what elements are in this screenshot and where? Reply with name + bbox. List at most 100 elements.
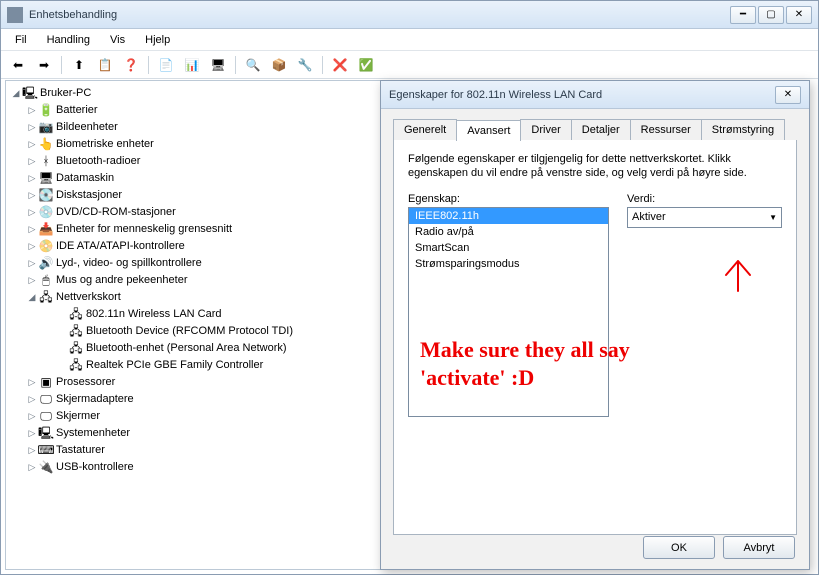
expand-icon[interactable]: ▷ <box>26 187 38 204</box>
tab-avansert[interactable]: Avansert <box>456 120 521 141</box>
device-tree[interactable]: ◢🖳Bruker-PC▷🔋Batterier▷📷Bildeenheter▷👆Bi… <box>6 81 404 480</box>
tree-node[interactable]: ◢🖧Nettverkskort <box>8 289 402 306</box>
tree-node[interactable]: ▷📷Bildeenheter <box>8 119 402 136</box>
cancel-button[interactable]: Avbryt <box>723 536 795 559</box>
tree-node[interactable]: ▷🖵Skjermer <box>8 408 402 425</box>
expand-icon[interactable]: ▷ <box>26 459 38 476</box>
tree-node[interactable]: ▷▣Prosessorer <box>8 374 402 391</box>
tree-node[interactable]: ▷🖥Datamaskin <box>8 170 402 187</box>
toolbar-button[interactable]: ⬆ <box>68 54 90 76</box>
tree-node[interactable]: 🖧Bluetooth-enhet (Personal Area Network) <box>8 340 402 357</box>
dialog-close-button[interactable]: ✕ <box>775 86 801 104</box>
property-item[interactable]: IEEE802.11h <box>409 208 608 224</box>
tree-node[interactable]: ▷📀IDE ATA/ATAPI-kontrollere <box>8 238 402 255</box>
expand-icon[interactable]: ▷ <box>26 391 38 408</box>
property-item[interactable]: Radio av/på <box>409 224 608 240</box>
tab-generelt[interactable]: Generelt <box>393 119 457 140</box>
ok-button[interactable]: OK <box>643 536 715 559</box>
minimize-button[interactable]: ━ <box>730 6 756 24</box>
menu-vis[interactable]: Vis <box>102 32 133 48</box>
close-button[interactable]: ✕ <box>786 6 812 24</box>
device-icon: 🖱 <box>38 274 54 288</box>
expand-icon[interactable]: ▷ <box>26 374 38 391</box>
tree-node[interactable]: ▷👆Biometriske enheter <box>8 136 402 153</box>
toolbar-button[interactable]: 📊 <box>181 54 203 76</box>
tab-strip: Generelt Avansert Driver Detaljer Ressur… <box>393 119 797 141</box>
tree-node-label: Bildeenheter <box>56 119 118 136</box>
expand-icon[interactable]: ▷ <box>26 272 38 289</box>
tree-node[interactable]: ▷💽Diskstasjoner <box>8 187 402 204</box>
expand-icon[interactable]: ▷ <box>26 153 38 170</box>
expand-icon[interactable]: ▷ <box>26 442 38 459</box>
expand-icon[interactable]: ▷ <box>26 136 38 153</box>
tree-node-label: USB-kontrollere <box>56 459 134 476</box>
tree-node[interactable]: 🖧802.11n Wireless LAN Card <box>8 306 402 323</box>
property-item[interactable]: SmartScan <box>409 240 608 256</box>
property-item[interactable]: Strømsparingsmodus <box>409 256 608 272</box>
expand-icon[interactable]: ▷ <box>26 170 38 187</box>
toolbar-button[interactable]: ❌ <box>329 54 351 76</box>
description-text: Følgende egenskaper er tilgjengelig for … <box>408 152 782 181</box>
toolbar-button[interactable]: 🖥 <box>207 54 229 76</box>
tree-node-label: IDE ATA/ATAPI-kontrollere <box>56 238 185 255</box>
window-icon <box>7 7 23 23</box>
menu-handling[interactable]: Handling <box>39 32 98 48</box>
toolbar-button[interactable]: 📦 <box>268 54 290 76</box>
tree-node-label: Skjermer <box>56 408 100 425</box>
maximize-button[interactable]: ▢ <box>758 6 784 24</box>
toolbar-button[interactable]: 📄 <box>155 54 177 76</box>
device-icon: 🖳 <box>38 427 54 441</box>
device-icon: 🖧 <box>68 359 84 373</box>
expand-icon[interactable]: ▷ <box>26 255 38 272</box>
device-icon: 🖧 <box>68 342 84 356</box>
expand-icon[interactable]: ▷ <box>26 204 38 221</box>
tab-driver[interactable]: Driver <box>520 119 571 140</box>
device-icon: 🖥 <box>38 172 54 186</box>
expand-icon[interactable]: ◢ <box>10 85 22 102</box>
toolbar-button[interactable]: ➡ <box>33 54 55 76</box>
expand-icon[interactable]: ▷ <box>26 425 38 442</box>
dialog-titlebar[interactable]: Egenskaper for 802.11n Wireless LAN Card… <box>381 81 809 109</box>
tree-node[interactable]: ▷🔌USB-kontrollere <box>8 459 402 476</box>
expand-icon[interactable]: ◢ <box>26 289 38 306</box>
annotation-text: Make sure they all say'activate' :D <box>420 336 630 391</box>
tree-node-label: Tastaturer <box>56 442 105 459</box>
tree-node-label: Enheter for menneskelig grensesnitt <box>56 221 232 238</box>
tree-node[interactable]: ▷📥Enheter for menneskelig grensesnitt <box>8 221 402 238</box>
expand-icon[interactable]: ▷ <box>26 238 38 255</box>
device-icon: ▣ <box>38 376 54 390</box>
toolbar-button[interactable]: ✅ <box>355 54 377 76</box>
toolbar-button[interactable]: 🔧 <box>294 54 316 76</box>
toolbar-button[interactable]: 📋 <box>94 54 116 76</box>
tree-node[interactable]: ▷💿DVD/CD-ROM-stasjoner <box>8 204 402 221</box>
menu-fil[interactable]: Fil <box>7 32 35 48</box>
tree-node[interactable]: ▷🖳Systemenheter <box>8 425 402 442</box>
toolbar-button[interactable]: ⬅ <box>7 54 29 76</box>
tree-node[interactable]: ▷🔊Lyd-, video- og spillkontrollere <box>8 255 402 272</box>
toolbar-button[interactable]: ❓ <box>120 54 142 76</box>
tab-detaljer[interactable]: Detaljer <box>571 119 631 140</box>
toolbar-button[interactable]: 🔍 <box>242 54 264 76</box>
tree-node[interactable]: ▷⌨Tastaturer <box>8 442 402 459</box>
tree-node[interactable]: ▷🖵Skjermadaptere <box>8 391 402 408</box>
tree-node[interactable]: ▷🖱Mus og andre pekeenheter <box>8 272 402 289</box>
expand-icon[interactable]: ▷ <box>26 102 38 119</box>
menu-hjelp[interactable]: Hjelp <box>137 32 178 48</box>
titlebar[interactable]: Enhetsbehandling ━ ▢ ✕ <box>1 1 818 29</box>
tree-node[interactable]: 🖧Bluetooth Device (RFCOMM Protocol TDI) <box>8 323 402 340</box>
expand-icon[interactable]: ▷ <box>26 408 38 425</box>
expand-icon[interactable]: ▷ <box>26 221 38 238</box>
device-icon: 🔊 <box>38 257 54 271</box>
tree-node-label: Prosessorer <box>56 374 115 391</box>
tab-strom[interactable]: Strømstyring <box>701 119 785 140</box>
expand-icon[interactable]: ▷ <box>26 119 38 136</box>
value-label: Verdi: <box>627 193 782 205</box>
tree-node[interactable]: ▷ᚼBluetooth-radioer <box>8 153 402 170</box>
tab-ressurser[interactable]: Ressurser <box>630 119 702 140</box>
tree-node[interactable]: ▷🔋Batterier <box>8 102 402 119</box>
value-dropdown[interactable]: Aktiver ▼ <box>627 207 782 228</box>
tree-node[interactable]: ◢🖳Bruker-PC <box>8 85 402 102</box>
tree-node[interactable]: 🖧Realtek PCIe GBE Family Controller <box>8 357 402 374</box>
tree-node-label: Datamaskin <box>56 170 114 187</box>
tree-node-label: Skjermadaptere <box>56 391 134 408</box>
